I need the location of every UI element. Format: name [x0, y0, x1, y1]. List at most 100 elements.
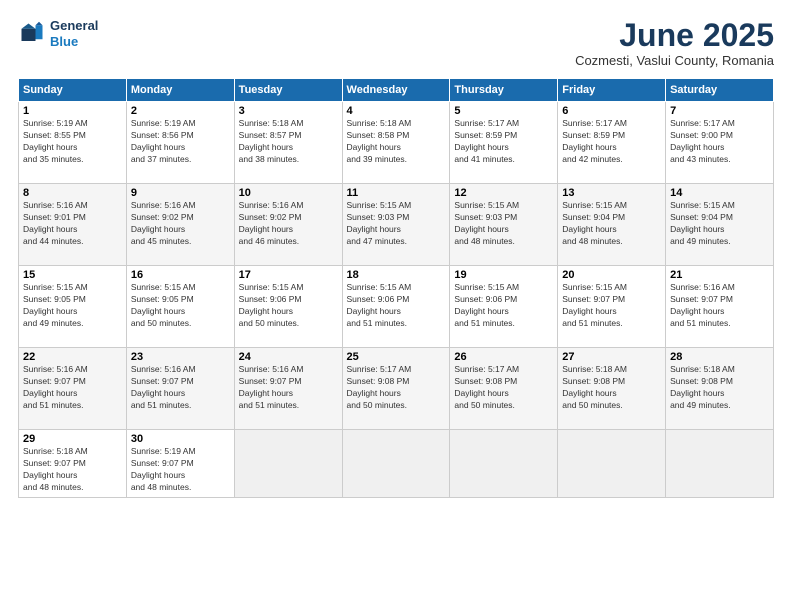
day-number: 15: [23, 269, 122, 281]
day-info: Sunrise: 5:16 AM Sunset: 9:07 PM Dayligh…: [131, 364, 230, 412]
calendar-cell: 25 Sunrise: 5:17 AM Sunset: 9:08 PM Dayl…: [342, 348, 450, 430]
day-info: Sunrise: 5:15 AM Sunset: 9:06 PM Dayligh…: [347, 282, 446, 330]
calendar-cell: 17 Sunrise: 5:15 AM Sunset: 9:06 PM Dayl…: [234, 266, 342, 348]
day-number: 23: [131, 351, 230, 363]
day-info: Sunrise: 5:17 AM Sunset: 9:00 PM Dayligh…: [670, 118, 769, 166]
calendar-cell: 11 Sunrise: 5:15 AM Sunset: 9:03 PM Dayl…: [342, 184, 450, 266]
calendar-table: Sunday Monday Tuesday Wednesday Thursday…: [18, 78, 774, 498]
header-monday: Monday: [126, 79, 234, 102]
header-thursday: Thursday: [450, 79, 558, 102]
day-number: 30: [131, 433, 230, 445]
day-number: 28: [670, 351, 769, 363]
header-tuesday: Tuesday: [234, 79, 342, 102]
day-info: Sunrise: 5:17 AM Sunset: 9:08 PM Dayligh…: [454, 364, 553, 412]
day-number: 19: [454, 269, 553, 281]
calendar-cell: 21 Sunrise: 5:16 AM Sunset: 9:07 PM Dayl…: [666, 266, 774, 348]
calendar-cell: [450, 430, 558, 498]
day-info: Sunrise: 5:16 AM Sunset: 9:02 PM Dayligh…: [239, 200, 338, 248]
logo-text-blue: Blue: [50, 34, 98, 50]
calendar-cell: 30 Sunrise: 5:19 AM Sunset: 9:07 PM Dayl…: [126, 430, 234, 498]
day-number: 24: [239, 351, 338, 363]
day-info: Sunrise: 5:19 AM Sunset: 8:55 PM Dayligh…: [23, 118, 122, 166]
day-info: Sunrise: 5:15 AM Sunset: 9:03 PM Dayligh…: [454, 200, 553, 248]
day-info: Sunrise: 5:15 AM Sunset: 9:03 PM Dayligh…: [347, 200, 446, 248]
calendar-cell: 23 Sunrise: 5:16 AM Sunset: 9:07 PM Dayl…: [126, 348, 234, 430]
calendar-cell: 20 Sunrise: 5:15 AM Sunset: 9:07 PM Dayl…: [558, 266, 666, 348]
calendar-cell: 7 Sunrise: 5:17 AM Sunset: 9:00 PM Dayli…: [666, 102, 774, 184]
page: General Blue June 2025 Cozmesti, Vaslui …: [0, 0, 792, 612]
calendar-cell: 8 Sunrise: 5:16 AM Sunset: 9:01 PM Dayli…: [19, 184, 127, 266]
day-number: 18: [347, 269, 446, 281]
header-sunday: Sunday: [19, 79, 127, 102]
calendar-cell: 28 Sunrise: 5:18 AM Sunset: 9:08 PM Dayl…: [666, 348, 774, 430]
calendar-cell: 6 Sunrise: 5:17 AM Sunset: 8:59 PM Dayli…: [558, 102, 666, 184]
day-info: Sunrise: 5:16 AM Sunset: 9:01 PM Dayligh…: [23, 200, 122, 248]
day-number: 7: [670, 105, 769, 117]
calendar-cell: 5 Sunrise: 5:17 AM Sunset: 8:59 PM Dayli…: [450, 102, 558, 184]
day-info: Sunrise: 5:18 AM Sunset: 9:08 PM Dayligh…: [562, 364, 661, 412]
calendar-cell: [666, 430, 774, 498]
day-number: 3: [239, 105, 338, 117]
day-info: Sunrise: 5:17 AM Sunset: 8:59 PM Dayligh…: [454, 118, 553, 166]
calendar-cell: 10 Sunrise: 5:16 AM Sunset: 9:02 PM Dayl…: [234, 184, 342, 266]
calendar-cell: 16 Sunrise: 5:15 AM Sunset: 9:05 PM Dayl…: [126, 266, 234, 348]
day-info: Sunrise: 5:16 AM Sunset: 9:07 PM Dayligh…: [239, 364, 338, 412]
day-info: Sunrise: 5:16 AM Sunset: 9:07 PM Dayligh…: [23, 364, 122, 412]
calendar-cell: 3 Sunrise: 5:18 AM Sunset: 8:57 PM Dayli…: [234, 102, 342, 184]
day-number: 27: [562, 351, 661, 363]
day-info: Sunrise: 5:18 AM Sunset: 8:57 PM Dayligh…: [239, 118, 338, 166]
day-number: 10: [239, 187, 338, 199]
day-info: Sunrise: 5:16 AM Sunset: 9:07 PM Dayligh…: [670, 282, 769, 330]
day-number: 29: [23, 433, 122, 445]
logo: General Blue: [18, 18, 98, 49]
day-number: 11: [347, 187, 446, 199]
day-info: Sunrise: 5:15 AM Sunset: 9:07 PM Dayligh…: [562, 282, 661, 330]
day-number: 5: [454, 105, 553, 117]
day-info: Sunrise: 5:18 AM Sunset: 9:08 PM Dayligh…: [670, 364, 769, 412]
day-info: Sunrise: 5:19 AM Sunset: 9:07 PM Dayligh…: [131, 446, 230, 494]
day-number: 12: [454, 187, 553, 199]
header: General Blue June 2025 Cozmesti, Vaslui …: [18, 18, 774, 68]
day-number: 17: [239, 269, 338, 281]
day-info: Sunrise: 5:18 AM Sunset: 8:58 PM Dayligh…: [347, 118, 446, 166]
day-number: 6: [562, 105, 661, 117]
calendar-cell: 12 Sunrise: 5:15 AM Sunset: 9:03 PM Dayl…: [450, 184, 558, 266]
day-number: 13: [562, 187, 661, 199]
calendar-cell: 2 Sunrise: 5:19 AM Sunset: 8:56 PM Dayli…: [126, 102, 234, 184]
calendar-cell: 18 Sunrise: 5:15 AM Sunset: 9:06 PM Dayl…: [342, 266, 450, 348]
calendar-cell: [234, 430, 342, 498]
day-number: 14: [670, 187, 769, 199]
calendar-cell: 15 Sunrise: 5:15 AM Sunset: 9:05 PM Dayl…: [19, 266, 127, 348]
day-number: 26: [454, 351, 553, 363]
calendar-cell: [342, 430, 450, 498]
day-number: 21: [670, 269, 769, 281]
title-area: June 2025 Cozmesti, Vaslui County, Roman…: [575, 18, 774, 68]
calendar-header-row: Sunday Monday Tuesday Wednesday Thursday…: [19, 79, 774, 102]
day-info: Sunrise: 5:15 AM Sunset: 9:06 PM Dayligh…: [454, 282, 553, 330]
calendar-cell: 24 Sunrise: 5:16 AM Sunset: 9:07 PM Dayl…: [234, 348, 342, 430]
location: Cozmesti, Vaslui County, Romania: [575, 53, 774, 68]
day-number: 4: [347, 105, 446, 117]
header-friday: Friday: [558, 79, 666, 102]
day-info: Sunrise: 5:16 AM Sunset: 9:02 PM Dayligh…: [131, 200, 230, 248]
day-info: Sunrise: 5:18 AM Sunset: 9:07 PM Dayligh…: [23, 446, 122, 494]
day-number: 16: [131, 269, 230, 281]
calendar-cell: 29 Sunrise: 5:18 AM Sunset: 9:07 PM Dayl…: [19, 430, 127, 498]
calendar-cell: 22 Sunrise: 5:16 AM Sunset: 9:07 PM Dayl…: [19, 348, 127, 430]
day-info: Sunrise: 5:17 AM Sunset: 9:08 PM Dayligh…: [347, 364, 446, 412]
header-wednesday: Wednesday: [342, 79, 450, 102]
calendar-cell: 9 Sunrise: 5:16 AM Sunset: 9:02 PM Dayli…: [126, 184, 234, 266]
calendar-cell: 19 Sunrise: 5:15 AM Sunset: 9:06 PM Dayl…: [450, 266, 558, 348]
logo-text-general: General: [50, 18, 98, 34]
calendar-cell: [558, 430, 666, 498]
day-number: 25: [347, 351, 446, 363]
calendar-cell: 26 Sunrise: 5:17 AM Sunset: 9:08 PM Dayl…: [450, 348, 558, 430]
calendar-cell: 13 Sunrise: 5:15 AM Sunset: 9:04 PM Dayl…: [558, 184, 666, 266]
calendar-cell: 14 Sunrise: 5:15 AM Sunset: 9:04 PM Dayl…: [666, 184, 774, 266]
day-number: 2: [131, 105, 230, 117]
month-title: June 2025: [575, 18, 774, 53]
calendar-cell: 27 Sunrise: 5:18 AM Sunset: 9:08 PM Dayl…: [558, 348, 666, 430]
day-info: Sunrise: 5:15 AM Sunset: 9:06 PM Dayligh…: [239, 282, 338, 330]
header-saturday: Saturday: [666, 79, 774, 102]
day-info: Sunrise: 5:15 AM Sunset: 9:05 PM Dayligh…: [131, 282, 230, 330]
